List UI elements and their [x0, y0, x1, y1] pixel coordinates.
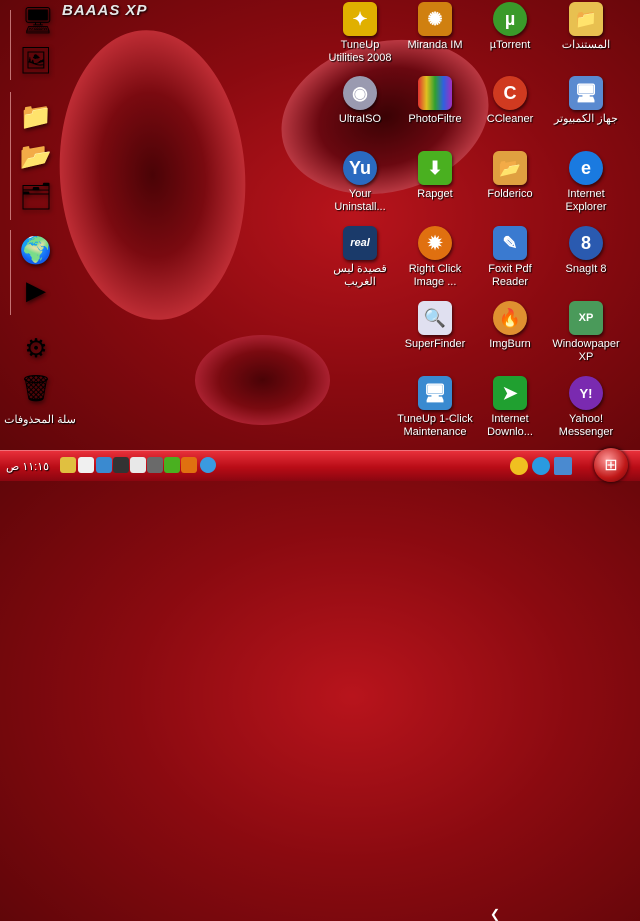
tuneup-icon: ✦ [343, 2, 377, 36]
desktop-icon-tuneup-maintenance[interactable]: 🖥 TuneUp 1-Click Maintenance [397, 376, 473, 439]
media-player-icon[interactable]: ▶ [18, 272, 54, 308]
desktop-icon-miranda-im[interactable]: ✺ Miranda IM [397, 2, 473, 52]
recycle-bin-label: سلة المحذوفات [4, 414, 76, 426]
settings-gears-icon[interactable]: ⚙ [18, 330, 54, 366]
uninstaller-icon: Yu [343, 151, 377, 185]
sidebar-divider [10, 92, 11, 220]
computer-icon[interactable]: 🖥 [20, 2, 56, 38]
desktop-icon-photofiltre[interactable]: PhotoFiltre [397, 76, 473, 126]
start-button[interactable]: ⊞ [594, 448, 628, 482]
taskbar: ١١:١٥ ص ❮ [0, 450, 640, 921]
desktop-icon-foxit-reader[interactable]: ✎ Foxit Pdf Reader [472, 226, 548, 289]
quicklaunch-icon[interactable] [96, 457, 112, 473]
pictures-icon[interactable]: 🗂 [18, 178, 54, 214]
folder-icon[interactable]: 📁 [18, 98, 54, 134]
desktop-icon-my-computer[interactable]: 🖥 جهاز الكمبيوتر [548, 76, 624, 126]
folderico-icon: 📂 [493, 151, 527, 185]
tuneup-maintenance-icon: 🖥 [418, 376, 452, 410]
desktop-icon-ultraiso[interactable]: ◉ UltraISO [322, 76, 398, 126]
network-icon[interactable] [554, 457, 572, 475]
my-computer-icon: 🖥 [569, 76, 603, 110]
quicklaunch-icon[interactable] [60, 457, 76, 473]
sidebar-divider [10, 10, 11, 80]
quicklaunch-icon[interactable] [113, 457, 129, 473]
photofiltre-icon [418, 76, 452, 110]
desktop-icon-folderico[interactable]: 📂 Folderico [472, 151, 548, 201]
desktop-icon-ccleaner[interactable]: C CCleaner [472, 76, 548, 126]
quicklaunch-icon[interactable] [78, 457, 94, 473]
snagit-icon: 8 [569, 226, 603, 260]
desktop-icon-yahoo-messenger[interactable]: Y! Yahoo! Messenger [548, 376, 624, 439]
quicklaunch-icon[interactable] [164, 457, 180, 473]
messenger-smiley-icon[interactable] [510, 457, 528, 475]
globe-icon[interactable]: 🌍 [18, 232, 54, 268]
sidebar-divider [10, 230, 11, 315]
desktop-icon-your-uninstaller[interactable]: Yu Your Uninstall... [322, 151, 398, 214]
desktop-icon-internet-download-manager[interactable]: ➤ Internet Downlo... [472, 376, 548, 439]
ccleaner-icon: C [493, 76, 527, 110]
quicklaunch-icon[interactable] [181, 457, 197, 473]
documents-icon[interactable]: 📂 [18, 138, 54, 174]
right-click-image-icon: ✹ [418, 226, 452, 260]
control-panel-icon[interactable]: 🖼 [18, 42, 54, 78]
my-documents-icon: 📁 [569, 2, 603, 36]
quicklaunch-icon[interactable] [200, 457, 216, 473]
superfinder-icon: 🔍 [418, 301, 452, 335]
ultraiso-icon: ◉ [343, 76, 377, 110]
desktop-icon-internet-explorer[interactable]: e Internet Explorer [548, 151, 624, 214]
rapget-icon: ⬇ [418, 151, 452, 185]
internet-explorer-icon: e [569, 151, 603, 185]
foxit-icon: ✎ [493, 226, 527, 260]
sidebar-dock: 🖥 🖼 📁 📂 🗂 🌍 ▶ ⚙ 🗑 سلة المحذوفات [0, 0, 76, 448]
desktop-icon-imgburn[interactable]: 🔥 ImgBurn [472, 301, 548, 351]
recycle-bin-icon[interactable]: 🗑 [18, 370, 54, 406]
quicklaunch-icon[interactable] [130, 457, 146, 473]
blood-cell-graphic [195, 335, 330, 425]
idm-icon: ➤ [493, 376, 527, 410]
desktop-icon-utorrent[interactable]: µ µTorrent [472, 2, 548, 52]
desktop-icon-tuneup-utilities[interactable]: ✦ TuneUp Utilities 2008 [322, 2, 398, 65]
quicklaunch-icon[interactable] [147, 457, 163, 473]
desktop-icon-superfinder[interactable]: 🔍 SuperFinder [397, 301, 473, 351]
windows-logo-icon: ⊞ [604, 457, 618, 474]
miranda-icon: ✺ [418, 2, 452, 36]
desktop-icon-right-click-image[interactable]: ✹ Right Click Image ... [397, 226, 473, 289]
chevron-left-icon[interactable]: ❮ [490, 907, 500, 921]
desktop-icon-rapget[interactable]: ⬇ Rapget [397, 151, 473, 201]
desktop-icon-real-audio-file[interactable]: real قصيدة ليس الغريب [322, 226, 398, 289]
yahoo-messenger-icon: Y! [569, 376, 603, 410]
imgburn-icon: 🔥 [493, 301, 527, 335]
windowpaper-icon: XP [569, 301, 603, 335]
taskbar-clock[interactable]: ١١:١٥ ص [6, 460, 49, 473]
desktop-icon-snagit[interactable]: 8 SnagIt 8 [548, 226, 624, 276]
blood-cell-graphic [50, 23, 255, 327]
skype-icon[interactable] [532, 457, 550, 475]
desktop-icon-windowpaper-xp[interactable]: XP Windowpaper XP [548, 301, 624, 364]
desktop-icon-my-documents[interactable]: 📁 المستندات [548, 2, 624, 52]
utorrent-icon: µ [493, 2, 527, 36]
real-player-icon: real [343, 226, 377, 260]
wallpaper-brand-text: BAAAS XP [62, 2, 148, 19]
